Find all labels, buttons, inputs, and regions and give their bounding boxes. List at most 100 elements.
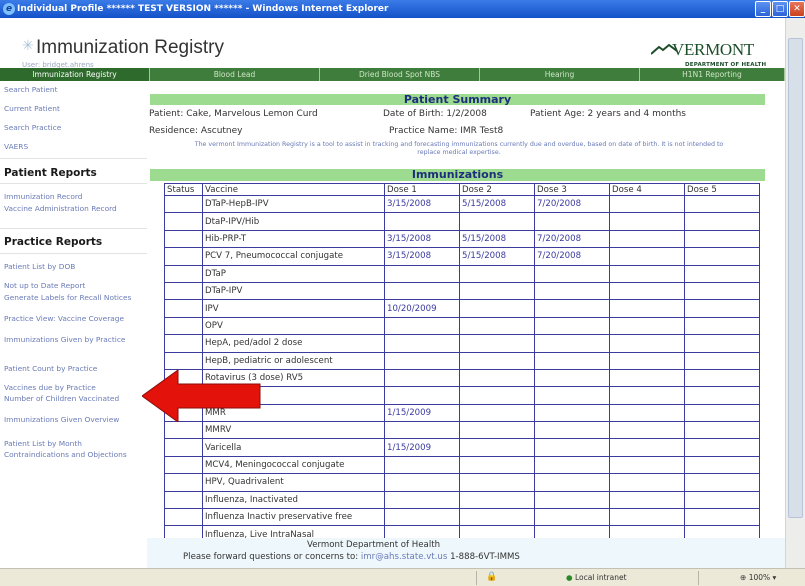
- red-arrow-annotation: [142, 370, 261, 422]
- sidebar-item-vaccine-administration-record[interactable]: Vaccine Administration Record: [4, 204, 139, 213]
- zoom-control[interactable]: ⊕ 100% ▾: [740, 573, 776, 582]
- practice-name: Practice Name: IMR Test8: [389, 126, 504, 136]
- immunizations-heading: Immunizations: [150, 168, 765, 181]
- dose-cell: 3/15/2008: [384, 194, 460, 214]
- status-cell: [164, 229, 203, 249]
- sidebar-item-contraindications-objections[interactable]: Contraindications and Objections: [4, 450, 129, 459]
- tab-blood-lead[interactable]: Blood Lead: [150, 68, 320, 81]
- sidebar-divider: [0, 253, 147, 254]
- dose-cell: [384, 281, 460, 301]
- dose-cell: [684, 473, 760, 492]
- dose-cell: [384, 421, 460, 440]
- sidebar-item-patient-list-by-month[interactable]: Patient List by Month: [4, 439, 82, 448]
- dose-cell: [534, 351, 610, 370]
- tab-dried-blood-spot[interactable]: Dried Blood Spot NBS: [320, 68, 480, 81]
- dose-cell: [684, 438, 760, 457]
- footer-phone: 1-888-6VT-IMMS: [450, 552, 520, 562]
- dose-cell: [459, 264, 535, 283]
- column-header: Status: [164, 183, 203, 196]
- dose-cell: [384, 334, 460, 353]
- dose-cell: 7/20/2008: [534, 247, 610, 266]
- internet-explorer-icon: e: [3, 3, 15, 15]
- dose-cell: [384, 212, 460, 231]
- status-cell: [164, 212, 203, 231]
- main-content: Patient Summary Patient: Cake, Marvelous…: [147, 81, 785, 544]
- patient-dob: Date of Birth: 1/2/2008: [383, 109, 487, 119]
- sidebar-item-generate-labels[interactable]: Generate Labels for Recall Notices: [4, 293, 142, 302]
- dose-cell: [459, 473, 535, 492]
- security-zone: ● Local intranet: [566, 573, 627, 582]
- status-cell: [164, 421, 203, 440]
- close-button[interactable]: ✕: [789, 1, 805, 17]
- vaccine-cell: MMRV: [202, 421, 385, 440]
- vaccine-cell: IPV: [202, 299, 385, 318]
- dose-cell: [684, 212, 760, 231]
- status-cell: [164, 473, 203, 492]
- sidebar-item-current-patient[interactable]: Current Patient: [4, 104, 60, 113]
- tab-immunization-registry[interactable]: Immunization Registry: [0, 68, 150, 81]
- sidebar-item-practice-view-coverage[interactable]: Practice View: Vaccine Coverage: [4, 314, 129, 323]
- dose-cell: [684, 264, 760, 283]
- table-row: MCV4, Meningococcal conjugate: [164, 455, 760, 475]
- status-cell: [164, 438, 203, 457]
- minimize-button[interactable]: _: [755, 1, 771, 17]
- table-row: Varicella 1/15/2009: [164, 438, 760, 457]
- intranet-icon: ●: [566, 573, 573, 582]
- sidebar-item-immunizations-given-by-practice[interactable]: Immunizations Given by Practice: [4, 335, 136, 344]
- sidebar-item-immunizations-given-overview[interactable]: Immunizations Given Overview: [4, 415, 124, 424]
- dose-cell: [609, 229, 685, 249]
- status-cell: [164, 508, 203, 527]
- footer-email-link[interactable]: imr@ahs.state.vt.us: [361, 552, 447, 562]
- dose-cell: [609, 281, 685, 301]
- tab-h1n1-reporting[interactable]: H1N1 Reporting: [640, 68, 785, 81]
- dose-cell: 1/15/2009: [384, 438, 460, 457]
- sidebar-item-search-patient[interactable]: Search Patient: [4, 85, 57, 94]
- dose-cell: [459, 212, 535, 231]
- vaccine-cell: Varicella: [202, 438, 385, 457]
- dose-cell: [609, 421, 685, 440]
- status-cell: [164, 299, 203, 318]
- sidebar-item-search-practice[interactable]: Search Practice: [4, 123, 61, 132]
- sidebar-item-vaers[interactable]: VAERS: [4, 142, 28, 151]
- vaccine-cell: DTaP-IPV: [202, 281, 385, 301]
- vaccine-cell: HepB, pediatric or adolescent: [202, 351, 385, 370]
- tab-hearing[interactable]: Hearing: [480, 68, 640, 81]
- dose-cell: 7/20/2008: [534, 194, 610, 214]
- sidebar-item-vaccines-due-by-practice[interactable]: Vaccines due by Practice: [4, 383, 96, 392]
- dose-cell: [609, 490, 685, 510]
- status-cell: [164, 490, 203, 510]
- dose-cell: [534, 421, 610, 440]
- dose-cell: [684, 229, 760, 249]
- dose-cell: [684, 455, 760, 475]
- sidebar-item-number-of-children-vaccinated[interactable]: Number of Children Vaccinated: [4, 394, 124, 403]
- vaccine-cell: OPV: [202, 316, 385, 336]
- dose-cell: [534, 490, 610, 510]
- dose-cell: [384, 508, 460, 527]
- dose-cell: [534, 368, 610, 388]
- sidebar-item-patient-count-by-practice[interactable]: Patient Count by Practice: [4, 364, 97, 373]
- patient-residence: Residence: Ascutney: [149, 126, 243, 136]
- dose-cell: [684, 334, 760, 353]
- scrollbar-thumb[interactable]: [788, 38, 803, 518]
- dose-cell: [384, 473, 460, 492]
- browser-window: e Individual Profile ****** TEST VERSION…: [0, 0, 805, 586]
- maximize-button[interactable]: □: [772, 1, 788, 17]
- dose-cell: [684, 299, 760, 318]
- dose-cell: [609, 368, 685, 388]
- table-row: IPV 10/20/2009: [164, 299, 760, 318]
- sidebar: Search Patient Current Patient Search Pr…: [0, 81, 147, 541]
- dose-cell: [384, 455, 460, 475]
- vertical-scrollbar[interactable]: [785, 18, 805, 568]
- dose-cell: [684, 508, 760, 527]
- dose-cell: [534, 212, 610, 231]
- dose-cell: [609, 403, 685, 423]
- patient-summary-heading: Patient Summary: [150, 93, 765, 106]
- table-row: Influenza Inactiv preservative free: [164, 508, 760, 527]
- table-row: DtaP-IPV/Hib: [164, 212, 760, 231]
- zoom-level: 100%: [748, 573, 771, 582]
- sidebar-item-patient-list-by-dob[interactable]: Patient List by DOB: [4, 262, 75, 271]
- status-bar: 🔒 ● Local intranet ⊕ 100% ▾: [0, 568, 805, 586]
- status-cell: [164, 351, 203, 370]
- sidebar-item-not-up-to-date[interactable]: Not up to Date Report: [4, 281, 85, 290]
- sidebar-item-immunization-record[interactable]: Immunization Record: [4, 192, 82, 201]
